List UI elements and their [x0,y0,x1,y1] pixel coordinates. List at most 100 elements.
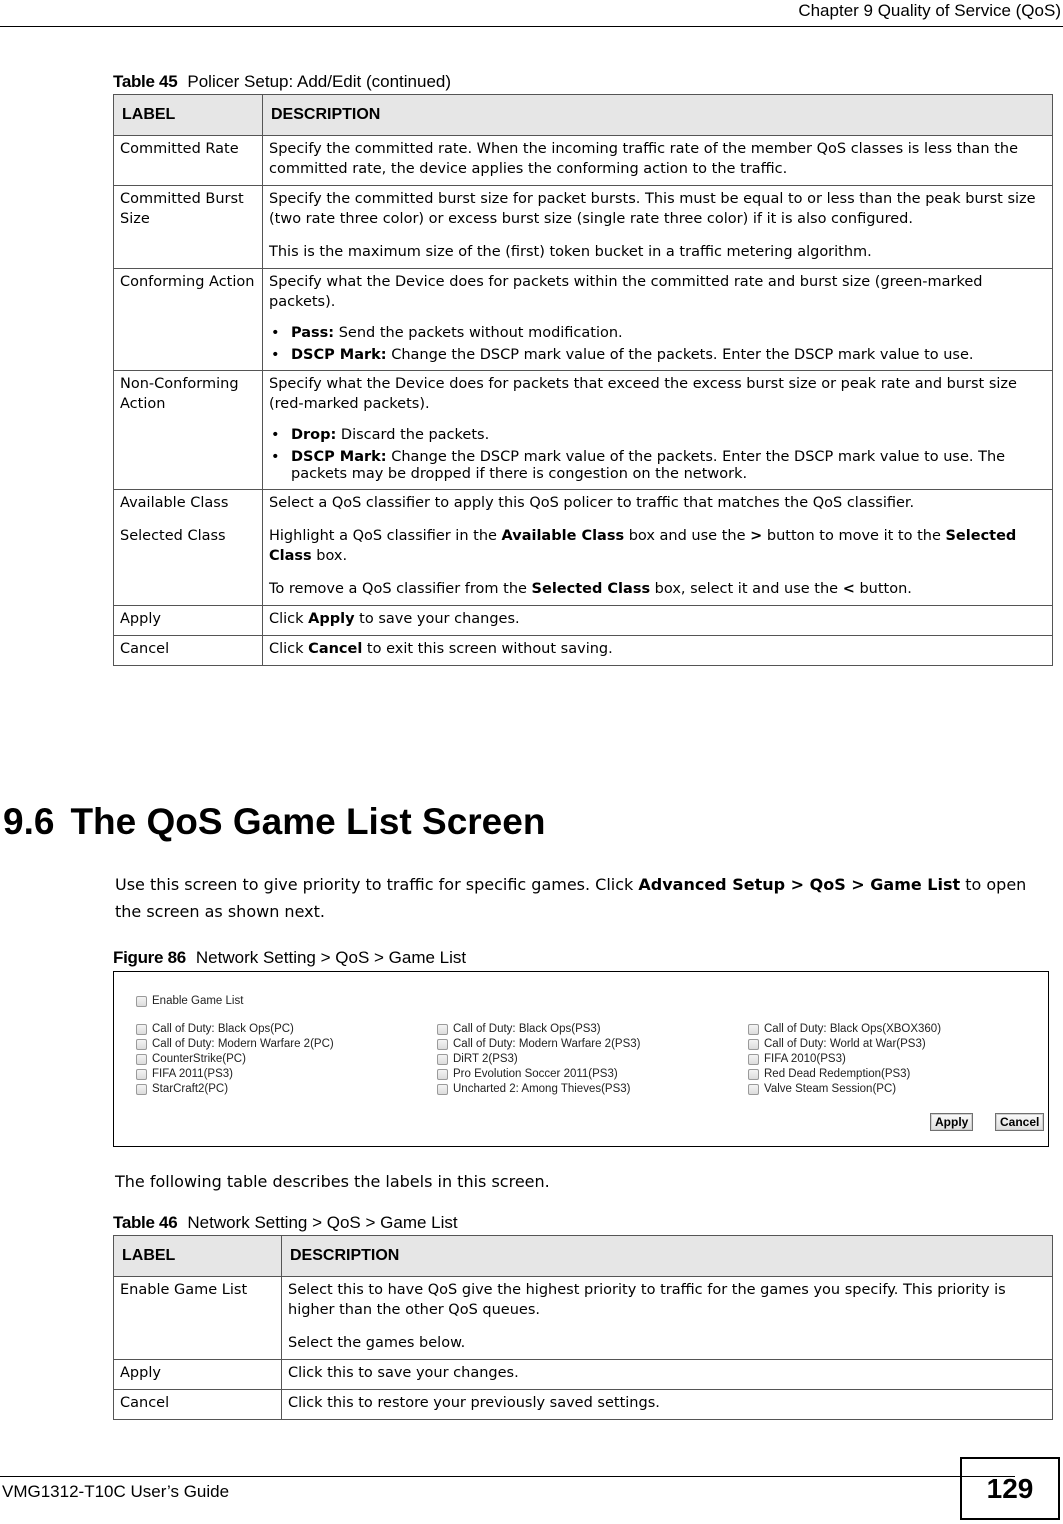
game-list-screen: Enable Game List Call of Duty: Black Ops… [113,971,1049,1147]
table-row: Available Class Selected Class Select a … [113,489,1053,606]
game-checkbox[interactable] [748,1068,759,1080]
row-description: Select this to have QoS give the highest… [281,1276,1053,1360]
bullet-item: • DSCP Mark: Change the DSCP mark value o… [269,449,1046,483]
game-option[interactable]: CounterStrike(PC) [136,1052,246,1066]
table-row: Cancel Click this to restore your previo… [113,1389,1053,1420]
row-label: Conforming Action [113,268,263,371]
text-span: to exit this screen without saving. [362,641,613,657]
game-option[interactable]: DiRT 2(PS3) [437,1052,518,1066]
enable-game-list-label: Enable Game List [152,995,244,1007]
text-span: box and use the [624,528,751,544]
bold-term: Selected Class [531,581,651,597]
text-span: Use this screen to give priority to traf… [115,875,639,894]
enable-game-list-option[interactable]: Enable Game List [136,994,243,1008]
bold-term: > [750,528,763,544]
bullet-text: Change the DSCP mark value of the packet… [291,449,1006,482]
game-checkbox[interactable] [136,1023,147,1035]
row-label: Available Class Selected Class [113,489,263,606]
text-span: Highlight a QoS classifier in the [269,528,502,544]
table45-caption-text: Policer Setup: Add/Edit (continued) [187,72,452,91]
row-description: Specify what the Device does for packets… [262,370,1053,490]
enable-game-list-checkbox[interactable] [136,995,147,1007]
game-checkbox[interactable] [437,1038,448,1050]
row-label: Committed Rate [113,135,263,186]
description-text: Specify the committed rate. When the inc… [269,141,1018,177]
game-option[interactable]: FIFA 2010(PS3) [748,1052,846,1066]
game-checkbox[interactable] [748,1053,759,1065]
label-text: Available Class [120,495,229,511]
bold-term: < [842,581,855,597]
bullet-term: DSCP Mark: [291,347,387,363]
game-label: Valve Steam Session(PC) [764,1083,897,1095]
row-description: Click Cancel to exit this screen without… [262,635,1053,666]
section-title-text: The QoS Game List Screen [70,801,546,842]
table46: LABEL DESCRIPTION Enable Game List Selec… [113,1235,1053,1420]
game-checkbox[interactable] [437,1068,448,1080]
row-label: Committed Burst Size [113,185,263,269]
game-label: Red Dead Redemption(PS3) [764,1068,911,1080]
row-description: Click this to save your changes. [281,1359,1053,1390]
row-label: Cancel [113,635,263,666]
game-checkbox[interactable] [136,1053,147,1065]
intro-paragraph: Use this screen to give priority to traf… [115,871,1055,925]
game-checkbox[interactable] [437,1053,448,1065]
game-label: FIFA 2010(PS3) [764,1053,846,1065]
game-option[interactable]: Pro Evolution Soccer 2011(PS3) [437,1067,618,1081]
game-label: Call of Duty: Black Ops(XBOX360) [764,1023,942,1035]
table46-caption: Table 46 Network Setting > QoS > Game Lis… [113,1213,458,1233]
game-checkbox[interactable] [136,1068,147,1080]
game-option[interactable]: Uncharted 2: Among Thieves(PS3) [437,1082,631,1096]
bold-term: Cancel [308,641,363,657]
row-label: Non-Conforming Action [113,370,263,490]
game-checkbox[interactable] [748,1083,759,1095]
game-checkbox[interactable] [748,1038,759,1050]
column-header-description: DESCRIPTION [262,94,1053,136]
bullet-item: • Drop: Discard the packets. [269,427,1046,444]
text-span: button. [854,581,912,597]
description-text: Specify what the Device does for packets… [269,376,1017,412]
row-description: Specify the committed burst size for pac… [262,185,1053,269]
game-label: Call of Duty: Black Ops(PS3) [453,1023,601,1035]
game-checkbox[interactable] [136,1038,147,1050]
bullet-item: • Pass: Send the packets without modifica… [269,325,1046,342]
game-option[interactable]: Red Dead Redemption(PS3) [748,1067,910,1081]
text-span: box. [311,548,348,564]
apply-button[interactable]: Apply [930,1113,974,1131]
bullet-item: • DSCP Mark: Change the DSCP mark value o… [269,347,1046,364]
table-row: Committed Burst Size Specify the committ… [113,185,1053,269]
game-option[interactable]: Call of Duty: World at War(PS3) [748,1037,926,1051]
game-option[interactable]: Valve Steam Session(PC) [748,1082,896,1096]
bold-term: Available Class [501,528,625,544]
bullet-icon: • [271,449,280,465]
game-option[interactable]: Call of Duty: Black Ops(XBOX360) [748,1022,941,1036]
description-text: Select the games below. [288,1335,466,1351]
row-label: Cancel [113,1389,282,1420]
game-label: Call of Duty: Black Ops(PC) [152,1023,294,1035]
game-checkbox[interactable] [748,1023,759,1035]
text-span: Click [269,641,309,657]
game-label: FIFA 2011(PS3) [152,1068,233,1080]
running-head: Chapter 9 Quality of Service (QoS) [798,1,1061,20]
game-checkbox[interactable] [437,1023,448,1035]
game-checkbox[interactable] [136,1083,147,1095]
row-label: Apply [113,1359,282,1390]
game-option[interactable]: Call of Duty: Modern Warfare 2(PC) [136,1037,334,1051]
game-option[interactable]: FIFA 2011(PS3) [136,1067,233,1081]
description-text: Select this to have QoS give the highest… [288,1282,1006,1318]
game-option[interactable]: Call of Duty: Black Ops(PC) [136,1022,294,1036]
bullet-icon: • [271,347,280,363]
text-span: box, select it and use the [650,581,843,597]
table-row: Conforming Action Specify what the Devic… [113,268,1053,371]
footer-rule [0,1476,1015,1477]
cancel-button[interactable]: Cancel [995,1113,1045,1131]
row-label: Apply [113,605,263,636]
game-option[interactable]: StarCraft2(PC) [136,1082,228,1096]
table45-caption: Table 45 Policer Setup: Add/Edit (continu… [113,72,451,92]
game-option[interactable]: Call of Duty: Black Ops(PS3) [437,1022,601,1036]
figure86-caption-number: Figure 86 [113,948,186,967]
game-option[interactable]: Call of Duty: Modern Warfare 2(PS3) [437,1037,640,1051]
description-text: Highlight a QoS classifier in the Availa… [269,526,1046,566]
table-header-row: LABEL DESCRIPTION [113,94,1053,136]
game-label: StarCraft2(PC) [152,1083,229,1095]
game-checkbox[interactable] [437,1083,448,1095]
